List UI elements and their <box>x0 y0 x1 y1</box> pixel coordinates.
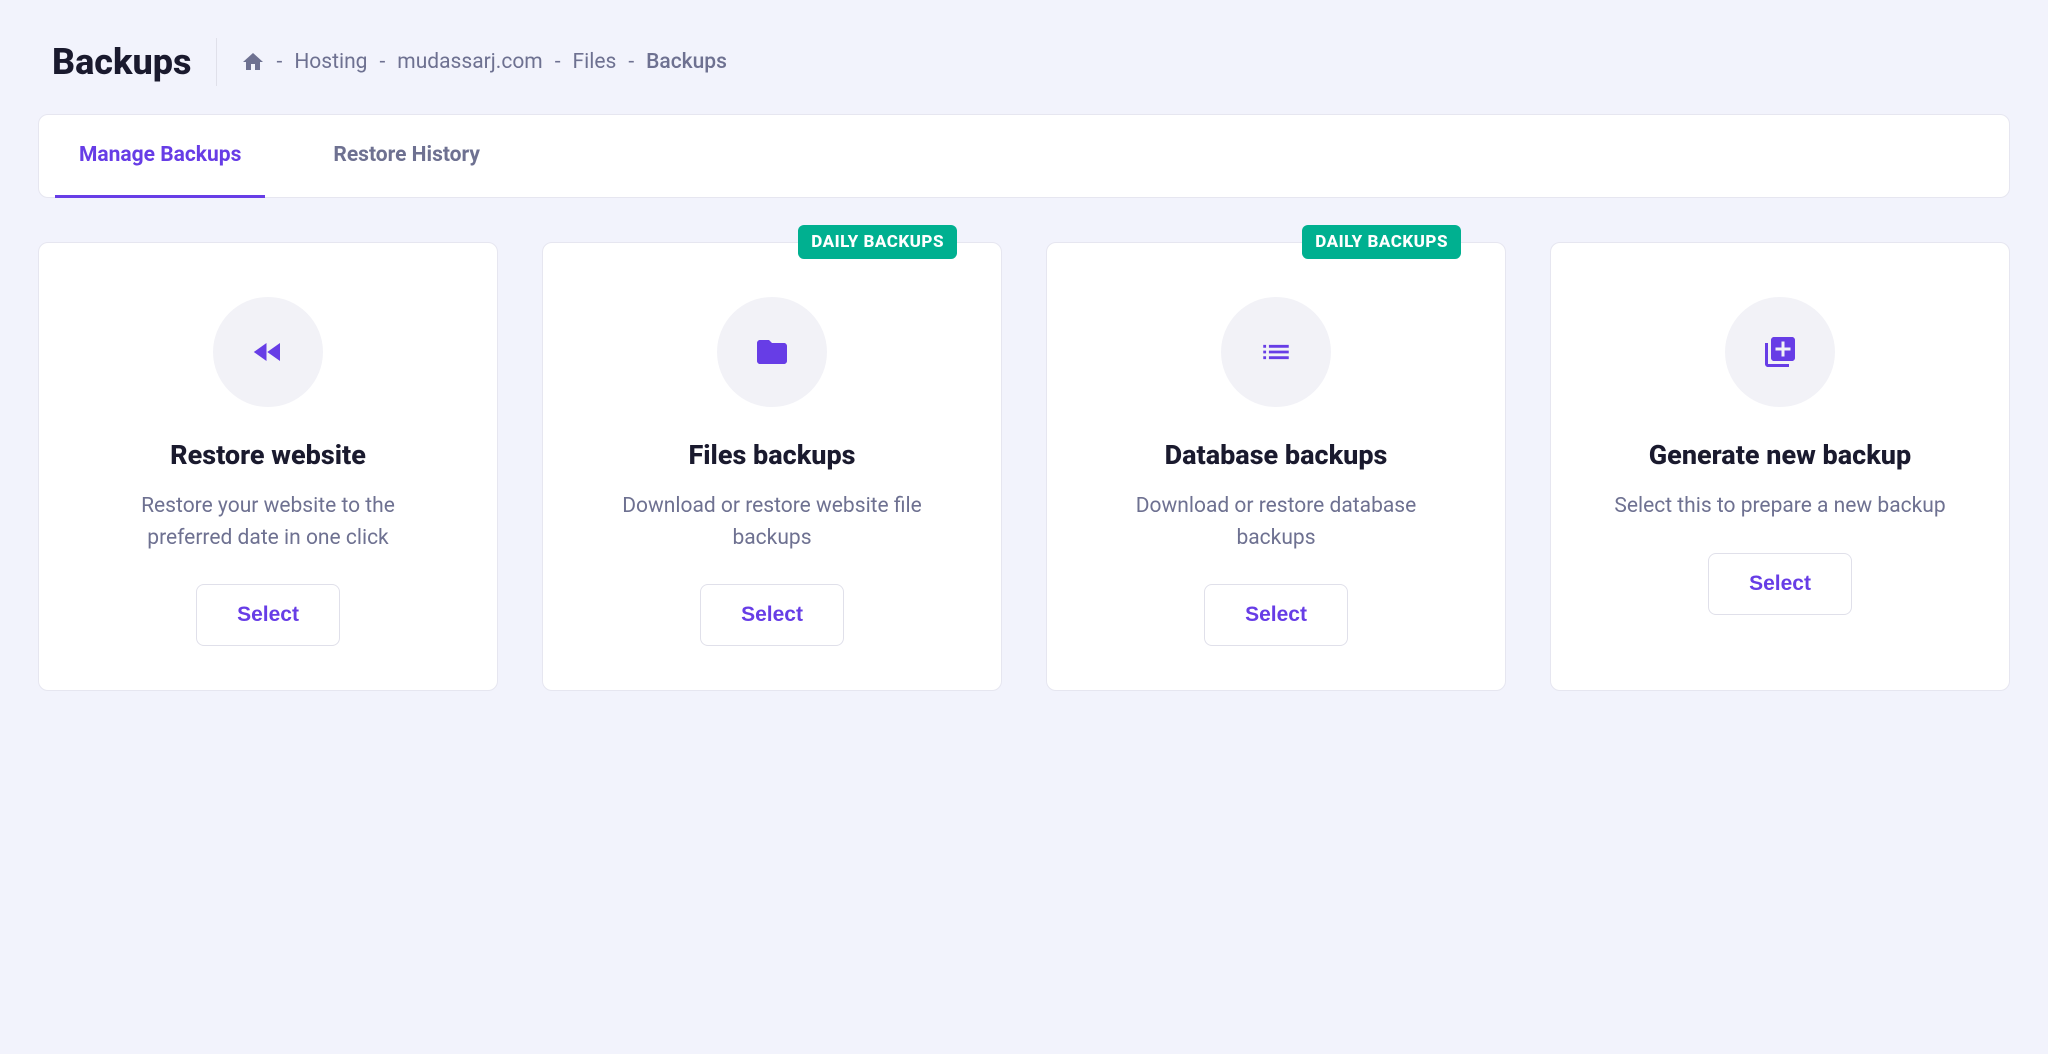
breadcrumb-separator: - <box>628 50 634 74</box>
breadcrumb: - Hosting - mudassarj.com - Files - Back… <box>241 50 727 74</box>
card-description: Download or restore database backups <box>1106 491 1446 554</box>
breadcrumb-files[interactable]: Files <box>573 50 617 74</box>
card-description: Select this to prepare a new backup <box>1614 491 1945 523</box>
tab-manage-backups[interactable]: Manage Backups <box>55 115 265 198</box>
card-icon-wrapper <box>1725 297 1835 407</box>
select-button-files[interactable]: Select <box>700 584 844 646</box>
card-icon-wrapper <box>1221 297 1331 407</box>
card-title: Generate new backup <box>1649 439 1911 471</box>
folder-icon <box>754 334 790 370</box>
card-description: Download or restore website file backups <box>602 491 942 554</box>
daily-backups-badge: DAILY BACKUPS <box>798 225 957 259</box>
card-files-backups: DAILY BACKUPS Files backups Download or … <box>542 242 1002 691</box>
select-button-restore[interactable]: Select <box>196 584 340 646</box>
header-divider <box>216 38 217 86</box>
page-header: Backups - Hosting - mudassarj.com - File… <box>38 38 2010 86</box>
breadcrumb-separator: - <box>277 50 283 74</box>
card-database-backups: DAILY BACKUPS Database backups Download … <box>1046 242 1506 691</box>
rewind-icon <box>250 334 286 370</box>
card-generate-backup: Generate new backup Select this to prepa… <box>1550 242 2010 691</box>
breadcrumb-separator: - <box>555 50 561 74</box>
tab-restore-history[interactable]: Restore History <box>309 115 504 198</box>
daily-backups-badge: DAILY BACKUPS <box>1302 225 1461 259</box>
card-description: Restore your website to the preferred da… <box>98 491 438 554</box>
breadcrumb-domain[interactable]: mudassarj.com <box>397 50 542 74</box>
home-icon[interactable] <box>241 50 265 74</box>
card-icon-wrapper <box>717 297 827 407</box>
card-title: Files backups <box>688 439 855 471</box>
select-button-generate[interactable]: Select <box>1708 553 1852 615</box>
breadcrumb-separator: - <box>379 50 385 74</box>
add-backup-icon <box>1762 334 1798 370</box>
card-icon-wrapper <box>213 297 323 407</box>
list-icon <box>1259 335 1293 369</box>
card-title: Restore website <box>170 439 366 471</box>
card-restore-website: Restore website Restore your website to … <box>38 242 498 691</box>
select-button-database[interactable]: Select <box>1204 584 1348 646</box>
breadcrumb-hosting[interactable]: Hosting <box>294 50 367 74</box>
tabs: Manage Backups Restore History <box>38 114 2010 198</box>
cards-row: Restore website Restore your website to … <box>38 242 2010 691</box>
card-title: Database backups <box>1165 439 1388 471</box>
page-title: Backups <box>52 41 192 83</box>
breadcrumb-current: Backups <box>646 50 727 74</box>
